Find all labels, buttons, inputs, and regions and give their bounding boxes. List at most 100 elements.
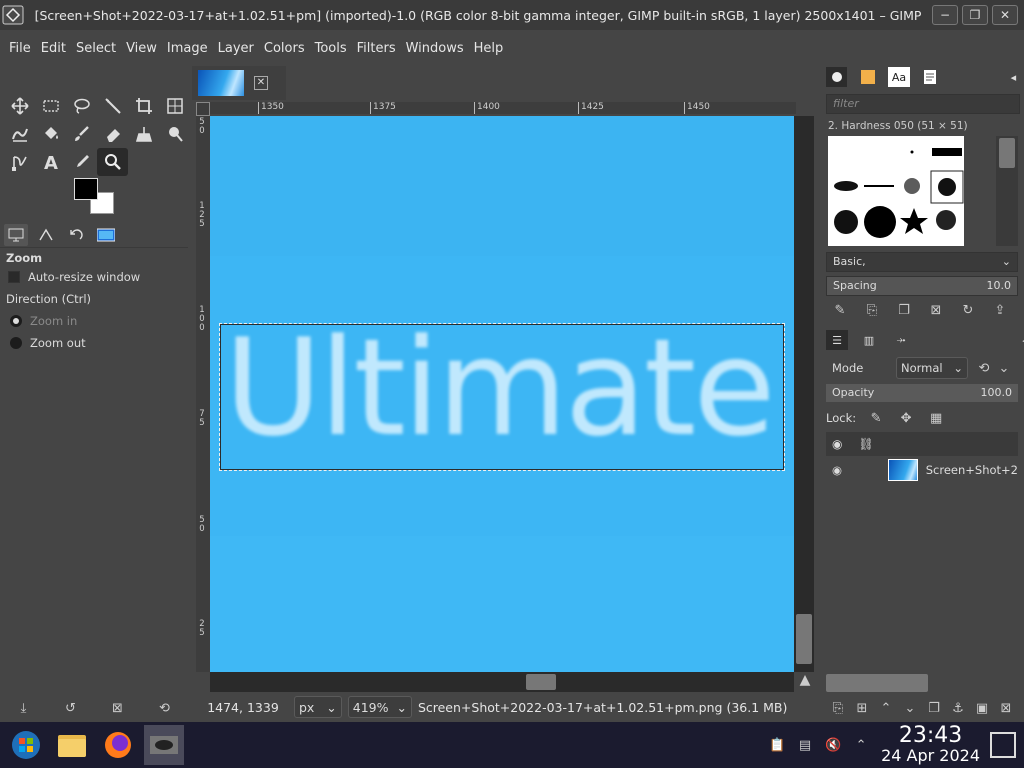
new-brush-icon[interactable]: ⎘ [862, 300, 882, 320]
zoom-in-radio[interactable] [10, 315, 22, 327]
foreground-color-swatch[interactable] [74, 178, 98, 200]
gimp-app-icon[interactable] [2, 4, 24, 26]
color-picker-icon[interactable] [66, 148, 97, 176]
lower-layer-icon[interactable]: ⌄ [900, 698, 920, 718]
undo-history-tab-icon[interactable] [64, 224, 88, 246]
warp-transform-icon[interactable] [4, 120, 35, 148]
rectangle-selection[interactable] [219, 323, 785, 471]
unit-select[interactable]: px ⌄ [294, 696, 342, 718]
menu-help[interactable]: Help [469, 41, 509, 56]
chevron-up-icon[interactable]: ⌃ [851, 735, 871, 755]
layers-tab-icon[interactable]: ☰ [826, 330, 848, 350]
eye-icon[interactable]: ◉ [832, 437, 842, 451]
zoom-tool-icon[interactable] [97, 148, 128, 176]
vertical-scroll-thumb[interactable] [796, 614, 812, 664]
lock-pixels-icon[interactable]: ✎ [866, 408, 886, 428]
file-manager-icon[interactable] [52, 725, 92, 765]
layer-mask-icon[interactable]: ▣ [972, 698, 992, 718]
firefox-icon[interactable] [98, 725, 138, 765]
lock-position-icon[interactable]: ✥ [896, 408, 916, 428]
brush-scrollbar[interactable] [996, 136, 1018, 246]
free-select-icon[interactable] [66, 92, 97, 120]
auto-resize-option[interactable]: Auto-resize window [0, 266, 188, 288]
layers-horizontal-scroll-thumb[interactable] [826, 674, 928, 692]
zoom-select[interactable]: 419% ⌄ [347, 696, 412, 718]
dock-menu-icon[interactable]: ◂ [1003, 67, 1024, 87]
paintbrush-icon[interactable] [66, 120, 97, 148]
menu-view[interactable]: View [121, 41, 162, 56]
menu-windows[interactable]: Windows [401, 41, 469, 56]
restore-options-icon[interactable]: ↺ [61, 698, 81, 718]
chevron-down-icon[interactable]: ⌄ [994, 358, 1014, 378]
paths-tab-icon[interactable]: ⤞ [890, 330, 912, 350]
eraser-icon[interactable] [97, 120, 128, 148]
images-tab-icon[interactable] [94, 224, 118, 246]
horizontal-scrollbar[interactable] [210, 672, 794, 692]
close-image-icon[interactable]: ✕ [254, 76, 268, 90]
fg-bg-colors[interactable] [74, 178, 116, 218]
duplicate-brush-icon[interactable]: ❐ [894, 300, 914, 320]
brushes-tab-icon[interactable] [826, 67, 848, 87]
crop-icon[interactable] [128, 92, 159, 120]
open-brush-icon[interactable]: ⇪ [990, 300, 1010, 320]
layer-row[interactable]: ◉ Screen+Shot+2 [826, 456, 1018, 484]
duplicate-layer-icon[interactable]: ❐ [924, 698, 944, 718]
spacing-slider[interactable]: Spacing 10.0 [826, 276, 1018, 296]
raise-layer-icon[interactable]: ⌃ [876, 698, 896, 718]
menu-image[interactable]: Image [162, 41, 213, 56]
vertical-scrollbar[interactable] [794, 116, 814, 672]
delete-brush-icon[interactable]: ⊠ [926, 300, 946, 320]
gimp-taskbar-icon[interactable] [144, 725, 184, 765]
brush-scroll-thumb[interactable] [999, 138, 1015, 168]
menu-layer[interactable]: Layer [213, 41, 259, 56]
document-history-tab-icon[interactable] [920, 67, 941, 87]
menu-select[interactable]: Select [71, 41, 121, 56]
mode-select[interactable]: Normal ⌄ [896, 357, 968, 379]
notes-tray-icon[interactable]: ▤ [795, 735, 815, 755]
fuzzy-select-icon[interactable] [97, 92, 128, 120]
brush-filter-input[interactable]: filter [826, 94, 1020, 114]
zoom-out-option[interactable]: Zoom out [0, 332, 188, 354]
image-canvas[interactable]: Ultimate [210, 116, 794, 672]
new-layer-icon[interactable]: ⎘ [828, 698, 848, 718]
menu-colors[interactable]: Colors [259, 41, 310, 56]
brush-set-select[interactable]: Basic, ⌄ [826, 252, 1018, 272]
show-desktop-icon[interactable] [990, 732, 1016, 758]
chain-icon[interactable]: ⛓ [858, 437, 873, 451]
reset-options-icon[interactable]: ⟲ [155, 698, 175, 718]
device-status-tab-icon[interactable] [34, 224, 58, 246]
close-button[interactable]: ✕ [992, 5, 1018, 25]
zoom-out-radio[interactable] [10, 337, 22, 349]
bucket-fill-icon[interactable] [35, 120, 66, 148]
text-tool-icon[interactable]: A [35, 148, 66, 176]
rect-select-icon[interactable] [35, 92, 66, 120]
image-tab[interactable]: ✕ [192, 66, 286, 100]
patterns-tab-icon[interactable] [857, 67, 878, 87]
fonts-tab-icon[interactable]: Aa [888, 67, 910, 87]
smudge-icon[interactable] [159, 120, 190, 148]
maximize-button[interactable]: ❐ [962, 5, 988, 25]
reset-mode-icon[interactable]: ⟲ [974, 358, 994, 378]
delete-layer-icon[interactable]: ⊠ [996, 698, 1016, 718]
channels-tab-icon[interactable]: ▥ [858, 330, 880, 350]
menu-filters[interactable]: Filters [352, 41, 401, 56]
unified-transform-icon[interactable] [159, 92, 190, 120]
navigate-icon[interactable]: ▲ [796, 672, 814, 692]
auto-resize-checkbox[interactable] [8, 271, 20, 283]
zoom-in-option[interactable]: Zoom in [0, 310, 188, 332]
layer-visibility-eye-icon[interactable]: ◉ [832, 463, 842, 477]
quick-mask-corner[interactable] [196, 102, 210, 116]
tool-options-tab-icon[interactable] [4, 223, 28, 246]
delete-options-icon[interactable]: ⊠ [108, 698, 128, 718]
start-menu-icon[interactable] [6, 725, 46, 765]
lock-alpha-icon[interactable]: ▦ [926, 408, 946, 428]
clipboard-tray-icon[interactable]: 📋 [767, 735, 787, 755]
new-layer-group-icon[interactable]: ⊞ [852, 698, 872, 718]
clone-icon[interactable] [128, 120, 159, 148]
edit-brush-icon[interactable]: ✎ [830, 300, 850, 320]
menu-file[interactable]: File [4, 41, 36, 56]
anchor-layer-icon[interactable]: ⚓ [948, 698, 968, 718]
paths-icon[interactable] [4, 148, 35, 176]
save-options-icon[interactable]: ⤓ [14, 698, 34, 718]
volume-muted-icon[interactable]: 🔇 [823, 735, 843, 755]
